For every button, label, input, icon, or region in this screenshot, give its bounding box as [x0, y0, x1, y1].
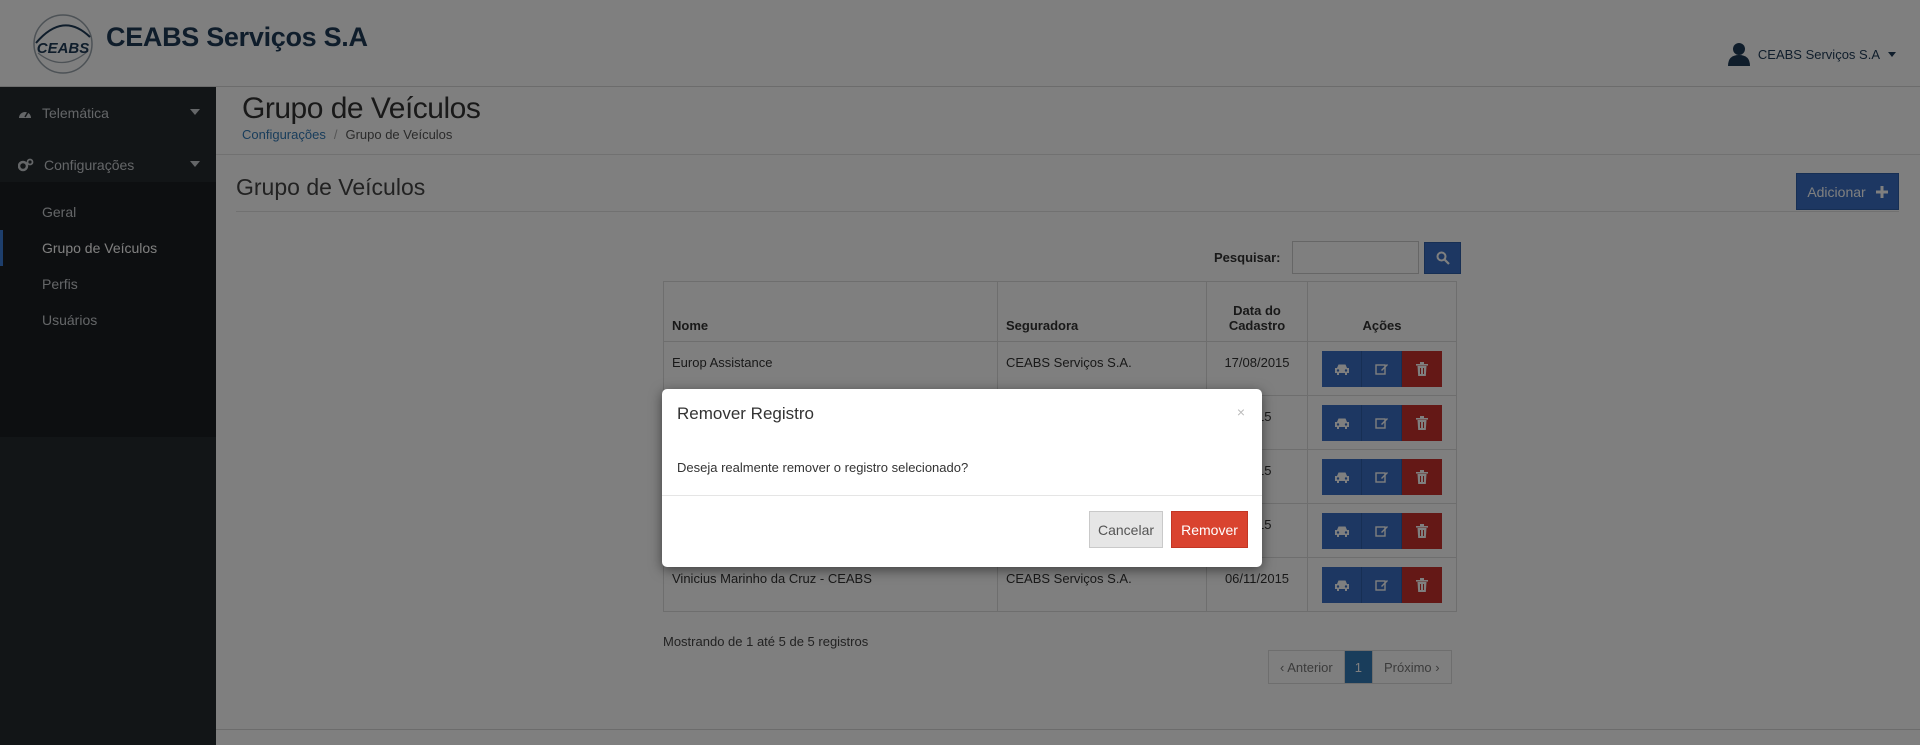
- close-icon[interactable]: ×: [1237, 404, 1245, 420]
- modal-title: Remover Registro: [677, 404, 814, 423]
- modal-backdrop[interactable]: [0, 0, 1920, 745]
- cancel-button[interactable]: Cancelar: [1089, 511, 1163, 548]
- modal-message: Deseja realmente remover o registro sele…: [677, 460, 969, 475]
- remove-record-dialog: Remover Registro × Deseja realmente remo…: [662, 389, 1262, 567]
- modal-divider: [662, 495, 1262, 496]
- remove-button[interactable]: Remover: [1171, 511, 1248, 548]
